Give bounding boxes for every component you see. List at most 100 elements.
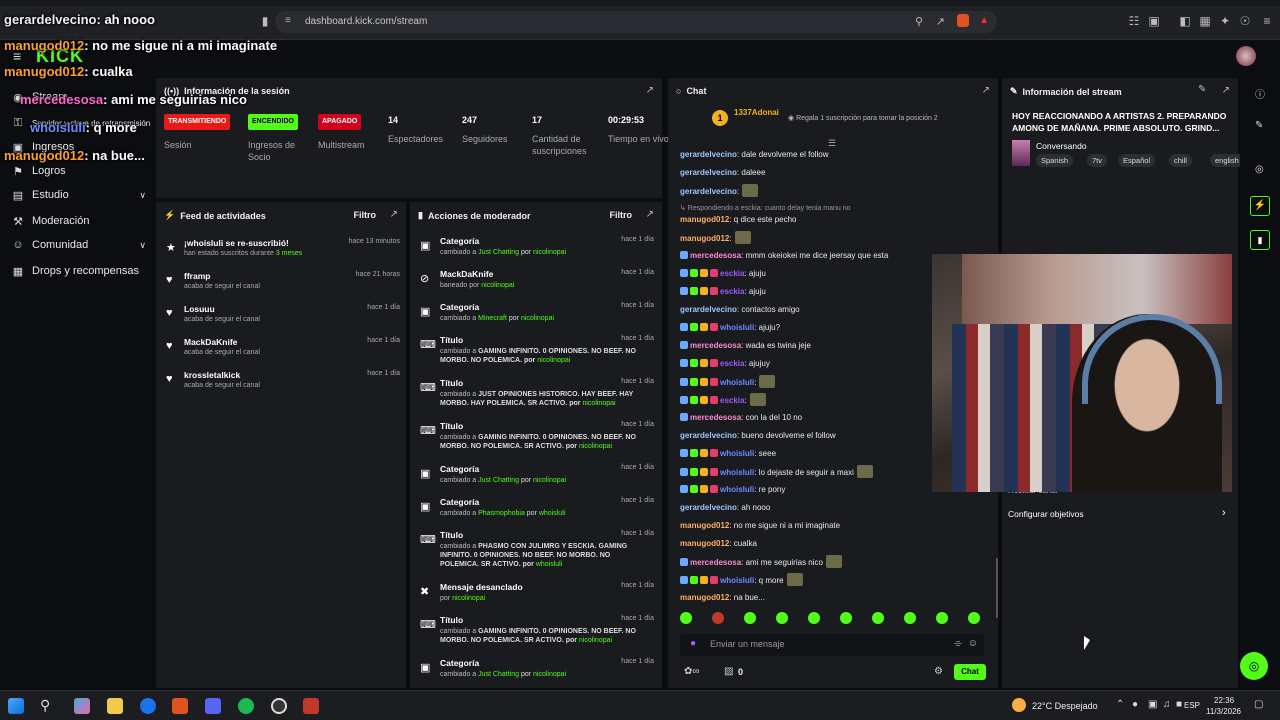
sidebar-item-studio[interactable]: ▤ Estudio ∨: [12, 184, 150, 206]
discord-icon[interactable]: [205, 698, 221, 714]
mic-icon[interactable]: ●: [690, 638, 696, 649]
sidebar-item-gift[interactable]: ▦ Drops y recompensas: [12, 260, 150, 282]
chat-username[interactable]: manugod012: [680, 234, 729, 243]
mod-action-by[interactable]: nicolinopai: [579, 637, 612, 644]
mod-action-item[interactable]: ⌨ Título cambiado a PHASMO CON JULIMRG Y E…: [418, 530, 654, 582]
chat-message[interactable]: gerardelvecino: daleee: [680, 166, 990, 180]
file-explorer-icon[interactable]: [107, 698, 123, 714]
chat-username[interactable]: gerardelvecino: [680, 187, 737, 196]
mod-action-item[interactable]: ▣ Categoría cambiado a Minecraft por nicol…: [418, 302, 654, 335]
share-icon[interactable]: ↗: [936, 15, 945, 28]
mod-action-item[interactable]: ⊘ MackDaKnife baneado por nicolinopai hace …: [418, 269, 654, 302]
mod-action-item[interactable]: ▣ Categoría cambiado a Just Chatting por n…: [418, 236, 654, 269]
stream-info-expand-icon[interactable]: ↗: [1222, 85, 1230, 96]
chat-message[interactable]: mercedesosa: ami me seguirias nico: [680, 555, 990, 569]
clip-icon[interactable]: ▮: [1250, 230, 1270, 250]
chat-message[interactable]: gerardelvecino: dale devolveme el follow: [680, 148, 990, 162]
brave-icon[interactable]: [172, 698, 188, 714]
quick-emote-icon[interactable]: [680, 612, 692, 624]
chat-username[interactable]: whoisluli: [720, 468, 754, 477]
flash-icon[interactable]: ⚡: [1250, 196, 1270, 216]
mod-action-by[interactable]: nicolinopai: [537, 357, 570, 364]
user-avatar[interactable]: [1236, 46, 1256, 66]
chat-username[interactable]: gerardelvecino: [680, 168, 737, 177]
activity-item[interactable]: ★ ¡whoisluli se re-suscribió! han estado s…: [164, 238, 400, 270]
menu-icon[interactable]: ≡: [1258, 12, 1276, 30]
mod-action-by[interactable]: nicolinopai: [533, 671, 566, 678]
chevron-down-icon[interactable]: ∨: [139, 190, 146, 201]
chat-send-button[interactable]: Chat: [954, 664, 986, 680]
mod-action-item[interactable]: ▣ Categoría cambiado a Just Chatting por n…: [418, 464, 654, 497]
notification-icon[interactable]: ▢: [1254, 699, 1263, 710]
sidebar-toggle-icon[interactable]: ◧: [1176, 12, 1194, 30]
mod-action-by[interactable]: nicolinopai: [533, 249, 566, 256]
quick-emote-icon[interactable]: [904, 612, 916, 624]
quick-emote-icon[interactable]: [776, 612, 788, 624]
slash-command-icon[interactable]: ⌯: [954, 638, 962, 649]
mod-action-item[interactable]: ▣ Categoría cambiado a Phasmophobia por wh…: [418, 497, 654, 530]
chat-username[interactable]: gerardelvecino: [680, 431, 737, 440]
activity-expand-icon[interactable]: ↗: [390, 209, 398, 220]
edit-stream-icon[interactable]: ✎: [1198, 84, 1206, 95]
mod-action-by[interactable]: nicolinopai: [579, 443, 612, 450]
quick-emote-icon[interactable]: [744, 612, 756, 624]
tray-volume-icon[interactable]: ♫: [1163, 699, 1171, 710]
chat-username[interactable]: mercedesosa: [690, 413, 741, 422]
address-bar[interactable]: ≡ dashboard.kick.com/stream ⚲ ↗ ▲: [275, 11, 997, 33]
mod-action-by[interactable]: nicolinopai: [533, 477, 566, 484]
sidebar-item-wrench[interactable]: ⚒ Moderación: [12, 210, 150, 232]
chat-username[interactable]: whoisluli: [720, 485, 754, 494]
mod-action-item[interactable]: ⌨ Título cambiado a GAMING INFINITO. 0 OPI…: [418, 615, 654, 658]
gift-sub-hint[interactable]: ◉ Regala 1 suscripción para tomar la pos…: [788, 114, 938, 122]
mod-action-by[interactable]: nicolinopai: [521, 315, 554, 322]
chat-username[interactable]: manugod012: [680, 521, 729, 530]
tray-extra-icon[interactable]: ■: [1176, 699, 1182, 710]
category-name[interactable]: Conversando: [1036, 141, 1087, 151]
clock-time[interactable]: 22:36: [1214, 696, 1234, 705]
quick-emote-icon[interactable]: [872, 612, 884, 624]
video-app-icon[interactable]: [303, 698, 319, 714]
stream-tag[interactable]: english: [1210, 154, 1244, 167]
mod-action-item[interactable]: ⌨ Título cambiado a GAMING INFINITO. 0 OPI…: [418, 421, 654, 464]
chat-settings-icon[interactable]: ⚙: [934, 666, 943, 677]
mod-action-by[interactable]: nicolinopai: [452, 595, 485, 602]
chat-message[interactable]: gerardelvecino: ah nooo: [680, 501, 990, 515]
sidebar-item-people[interactable]: ☺ Comunidad ∨: [12, 234, 150, 256]
chat-username[interactable]: manugod012: [680, 215, 729, 224]
tray-chevron-icon[interactable]: ⌃: [1116, 699, 1124, 710]
chat-username[interactable]: esckia: [720, 396, 744, 405]
configure-goals-link[interactable]: Configurar objetivos: [1008, 509, 1084, 519]
stream-tag[interactable]: chill: [1169, 154, 1192, 167]
activity-item[interactable]: ♥ Losuuu acaba de seguir el canal hace 1 dí…: [164, 304, 400, 336]
chevron-down-icon[interactable]: ∨: [139, 240, 146, 251]
activity-filter-button[interactable]: Filtro: [354, 210, 377, 220]
edit-toolbar-icon[interactable]: ✎: [1255, 120, 1263, 131]
stream-tag[interactable]: Español: [1118, 154, 1156, 167]
screenshot-icon[interactable]: ▦: [1196, 12, 1214, 30]
chat-username[interactable]: manugod012: [680, 539, 729, 548]
quick-emote-icon[interactable]: [808, 612, 820, 624]
chat-scrollbar[interactable]: [996, 558, 998, 618]
weather-icon[interactable]: [1012, 698, 1026, 712]
quick-emote-icon[interactable]: [968, 612, 980, 624]
activity-item[interactable]: ♥ krossletalkick acaba de seguir el canal h…: [164, 370, 400, 402]
mod-action-by[interactable]: nicolinopai: [481, 282, 514, 289]
activity-item[interactable]: ♥ MackDaKnife acaba de seguir el canal hace…: [164, 337, 400, 369]
spotify-icon[interactable]: [238, 698, 254, 714]
chat-username[interactable]: whoisluli: [720, 323, 754, 332]
leo-ai-icon[interactable]: ✦: [1216, 12, 1234, 30]
points-icon[interactable]: ✿∞: [684, 666, 700, 677]
mod-action-item[interactable]: ⌨ Título cambiado a JUST OPINIONES HISTORI…: [418, 378, 654, 421]
wallet-icon[interactable]: ▣: [1145, 12, 1163, 30]
copilot-icon[interactable]: [74, 698, 90, 714]
tray-mic-icon[interactable]: ●: [1132, 699, 1138, 710]
chat-username[interactable]: gerardelvecino: [680, 150, 737, 159]
search-icon[interactable]: ⚲: [40, 697, 50, 714]
vpn-icon[interactable]: ☉: [1236, 12, 1254, 30]
chat-message[interactable]: gerardelvecino:: [680, 184, 990, 198]
chat-message[interactable]: manugod012: cualka: [680, 537, 990, 551]
chat-username[interactable]: esckia: [720, 287, 744, 296]
mod-action-by[interactable]: whoisluli: [539, 510, 565, 517]
chat-input[interactable]: ● Enviar un mensaje ⌯ ☺: [680, 634, 984, 656]
chat-message[interactable]: manugod012: q dice este pecho: [680, 213, 990, 227]
